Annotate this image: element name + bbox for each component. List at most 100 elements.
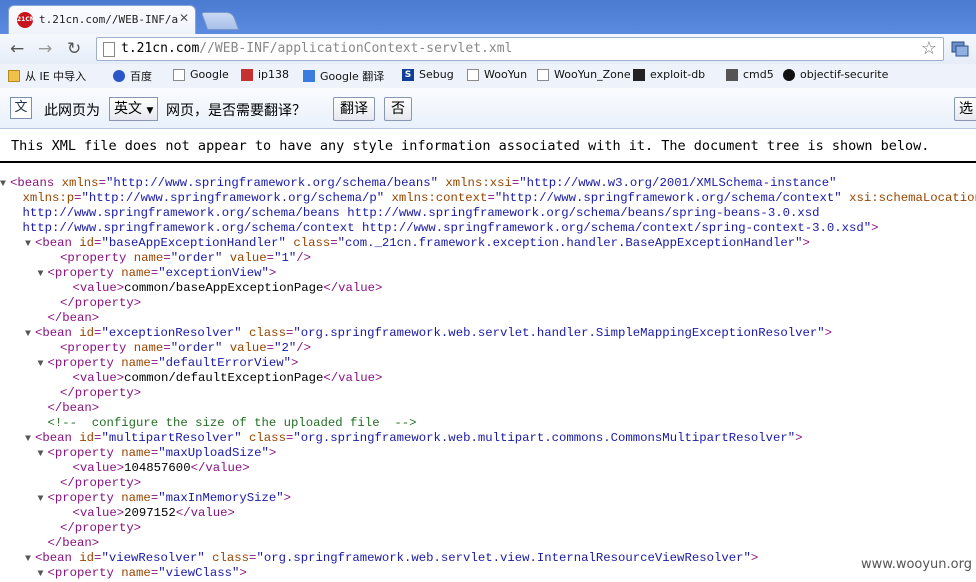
xml-line: ▼ <property name="exceptionView">: [0, 266, 976, 281]
collapse-toggle-icon[interactable]: ▼: [25, 237, 35, 252]
back-arrow-icon[interactable]: ←: [10, 38, 24, 60]
bookmark-label: WooYun_Zone: [554, 68, 631, 81]
page-icon: [537, 68, 549, 81]
xml-line: ▼ <bean id="multipartResolver" class="org…: [0, 431, 976, 446]
bookmark-label: objectif-securite: [800, 68, 889, 81]
site-favicon-icon: 21CN: [17, 12, 35, 28]
xml-token: [222, 251, 229, 265]
xml-token: =: [163, 251, 171, 265]
xml-token: =: [266, 251, 275, 265]
bookmark-exploit-db[interactable]: exploit-db: [633, 68, 705, 81]
xml-token: "com._21cn.framework.exception.handler.B…: [337, 236, 803, 250]
xml-token: >: [268, 266, 277, 280]
bookmark-objectif-securite[interactable]: objectif-securite: [783, 68, 888, 81]
new-tab-button[interactable]: [200, 12, 240, 30]
bookmark-wooyun-zone[interactable]: WooYun_Zone: [537, 68, 631, 81]
bookmark-cmd5[interactable]: cmd5: [726, 68, 774, 81]
address-bar[interactable]: t.21cn.com//WEB-INF/applicationContext-s…: [96, 37, 944, 61]
xml-token: </bean>: [47, 311, 100, 325]
url-text[interactable]: t.21cn.com//WEB-INF/applicationContext-s…: [121, 41, 512, 56]
sebug-icon: S: [402, 68, 414, 81]
xml-token: =: [266, 341, 275, 355]
wrench-menu-icon[interactable]: [950, 39, 970, 59]
xml-line: ▼ <bean id = "baseAppExceptionHandler" clas…: [0, 236, 976, 251]
xml-token: <value>: [72, 281, 125, 295]
xml-token: =: [163, 341, 171, 355]
xml-token: xmlns:p: [22, 191, 75, 205]
xml-token: 104857600: [124, 461, 191, 475]
xml-line: </bean>: [0, 536, 976, 551]
xml-token: "order": [170, 251, 223, 265]
xml-token: "http://www.springframework.org/schema/p…: [81, 191, 385, 205]
xml-token: id: [79, 551, 95, 565]
xml-token: [222, 341, 229, 355]
bookmark-label: Google 翻译: [320, 70, 385, 83]
xml-token: >: [824, 326, 833, 340]
bookmark-import-ie[interactable]: 从 IE 中导入: [8, 68, 86, 84]
xml-token: >: [802, 236, 810, 250]
xml-token: common/defaultExceptionPage: [124, 371, 324, 385]
xml-token: >: [239, 566, 247, 580]
xml-token: "multipartResolver": [101, 431, 242, 445]
collapse-toggle-icon[interactable]: ▼: [25, 327, 35, 342]
collapse-toggle-icon[interactable]: ▼: [25, 552, 35, 567]
xml-token: xsi:schemaLocation: [849, 191, 976, 205]
collapse-toggle-icon[interactable]: ▼: [38, 567, 48, 582]
xml-token: "exceptionView": [158, 266, 269, 280]
xml-line: xmlns:p="http://www.springframework.org/…: [0, 191, 976, 206]
xml-token: "order": [170, 341, 223, 355]
xml-token: <value>: [72, 461, 125, 475]
xml-token: class: [249, 431, 286, 445]
xml-line: </property>: [0, 296, 976, 311]
xml-token: </property>: [60, 296, 142, 310]
url-path: //WEB-INF/applicationContext-servlet.xml: [199, 41, 513, 56]
translate-button[interactable]: 翻译: [333, 97, 375, 121]
xml-token: name: [121, 266, 151, 280]
collapse-toggle-icon[interactable]: ▼: [0, 177, 10, 192]
xml-token: name: [121, 446, 151, 460]
bookmark-ip138[interactable]: ip138: [241, 68, 289, 81]
url-host: t.21cn.com: [121, 41, 200, 56]
browser-tab[interactable]: 21CN t.21cn.com//WEB-INF/app ✕: [8, 5, 196, 34]
no-translate-button[interactable]: 否: [384, 97, 412, 121]
forward-arrow-icon[interactable]: →: [38, 38, 52, 60]
xml-line: ▼ <bean id="viewResolver" class="org.spri…: [0, 551, 976, 566]
xml-token: "http://www.w3.org/2001/XMLSchema-instan…: [519, 176, 837, 190]
xml-token: id: [79, 326, 95, 340]
page-icon: [467, 68, 479, 81]
xml-line: </property>: [0, 386, 976, 401]
translate-options-button[interactable]: 选: [954, 97, 976, 121]
xml-token: name: [133, 341, 164, 355]
bookmark-google[interactable]: Google: [173, 68, 229, 81]
close-tab-icon[interactable]: ✕: [179, 11, 189, 25]
xml-line: http://www.springframework.org/schema/be…: [0, 206, 976, 221]
bookmark-label: 从 IE 中导入: [25, 70, 87, 83]
collapse-toggle-icon[interactable]: ▼: [25, 432, 35, 447]
xml-token: 2097152: [124, 506, 176, 520]
collapse-toggle-icon[interactable]: ▼: [38, 267, 48, 282]
reload-icon[interactable]: ↻: [67, 38, 81, 60]
bookmark-label: Google: [190, 68, 229, 81]
xml-token: class: [212, 551, 250, 565]
xml-token: "defaultErrorView": [158, 356, 292, 370]
xml-token: >: [750, 551, 759, 565]
exploit-db-icon: [633, 68, 645, 81]
xml-token: "http://www.springframework.org/schema/b…: [105, 176, 439, 190]
xml-token: name: [121, 356, 151, 370]
xml-token: [384, 191, 391, 205]
language-select[interactable]: 英文 ▼: [109, 97, 159, 121]
bookmark-baidu[interactable]: 百度: [113, 68, 152, 84]
bookmark-star-icon[interactable]: ☆: [921, 38, 937, 59]
collapse-toggle-icon[interactable]: ▼: [38, 492, 48, 507]
bookmark-wooyun[interactable]: WooYun: [467, 68, 527, 81]
bookmark-google-translate[interactable]: Google 翻译: [303, 68, 384, 84]
translate-infobar: 文 此网页为 英文 ▼ 网页，是否需要翻译？ 翻译 否 选: [0, 88, 976, 129]
collapse-toggle-icon[interactable]: ▼: [38, 357, 48, 372]
xml-line: <!-- configure the size of the uploaded …: [0, 416, 976, 431]
xml-token: =: [330, 236, 338, 250]
xml-line: http://www.springframework.org/schema/co…: [0, 221, 976, 236]
collapse-toggle-icon[interactable]: ▼: [38, 447, 48, 462]
bookmark-sebug[interactable]: S Sebug: [402, 68, 454, 81]
xml-token: "2": [274, 341, 297, 355]
xml-token: <bean: [35, 431, 80, 445]
